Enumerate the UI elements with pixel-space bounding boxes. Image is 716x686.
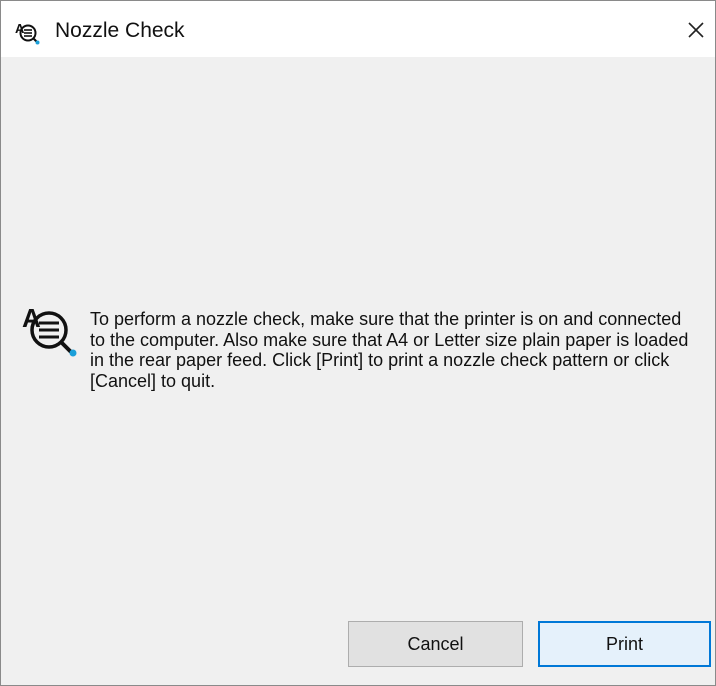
nozzle-check-dialog: A Nozzle Check A To perform a nozzle che… xyxy=(0,0,716,686)
cancel-button[interactable]: Cancel xyxy=(348,621,523,667)
title-bar[interactable]: A Nozzle Check xyxy=(1,1,715,57)
close-icon xyxy=(688,22,704,38)
window-title: Nozzle Check xyxy=(55,19,185,42)
instruction-message: To perform a nozzle check, make sure tha… xyxy=(90,309,689,391)
dialog-body: A To perform a nozzle check, make sure t… xyxy=(1,57,715,685)
nozzle-check-icon: A xyxy=(21,298,83,360)
print-button[interactable]: Print xyxy=(538,621,711,667)
close-button[interactable] xyxy=(679,9,713,51)
nozzle-check-title-icon: A xyxy=(15,19,41,45)
